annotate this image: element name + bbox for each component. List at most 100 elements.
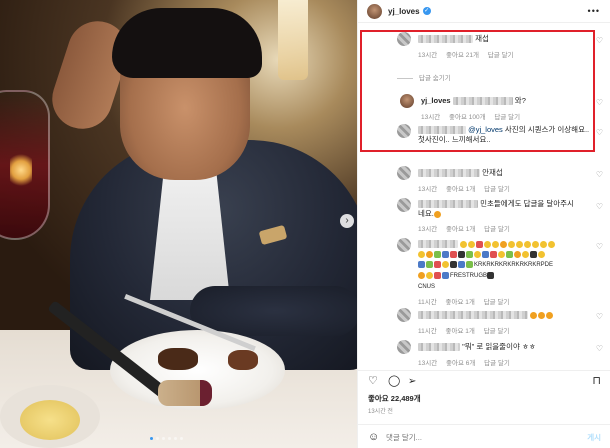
comment-time: 13시간	[418, 226, 438, 233]
emoji-icon	[516, 240, 524, 248]
avatar[interactable]	[397, 166, 411, 180]
comment-text: KRKRKRKRKRKRKRKRPDE FRESTRUGB CNUS	[418, 239, 593, 292]
highlight-box	[360, 30, 595, 152]
emoji-icon	[442, 260, 449, 268]
reply-button[interactable]: 답글 달기	[484, 299, 510, 306]
blurred-username	[418, 343, 460, 352]
emoji-icon	[524, 240, 532, 248]
emoji-icon	[434, 271, 441, 279]
emoji-icon	[418, 250, 425, 258]
food-piece	[158, 348, 198, 370]
forearm	[190, 286, 357, 336]
reply-button[interactable]: 답글 달기	[484, 186, 510, 193]
hair	[112, 8, 262, 78]
avatar[interactable]	[397, 308, 411, 322]
blurred-username	[418, 169, 480, 178]
emoji-icon	[482, 250, 489, 258]
emoji-picker-icon[interactable]: ☺	[368, 431, 379, 443]
emoji-icon	[426, 260, 433, 268]
heart-icon[interactable]: ♡	[596, 312, 603, 321]
emoji-icon	[466, 250, 473, 258]
comment-likes[interactable]: 좋아요 1개	[446, 226, 475, 233]
carousel-dot	[168, 437, 171, 440]
emoji-icon	[498, 250, 505, 258]
comment-likes[interactable]: 좋아요 1개	[446, 328, 475, 335]
comment-input[interactable]	[386, 431, 566, 443]
comment-body-part: FRESTRUGB	[450, 273, 488, 279]
carousel-dots	[150, 437, 183, 440]
post-photo[interactable]	[0, 0, 357, 448]
food-piece	[228, 350, 258, 370]
emoji-icon	[466, 260, 473, 268]
blurred-username	[418, 200, 478, 209]
carousel-dot	[150, 437, 153, 440]
comment-likes[interactable]: 좋아요 1개	[446, 186, 475, 193]
emoji-icon	[487, 271, 495, 279]
verified-badge-icon: ✓	[422, 7, 431, 15]
emoji-icon	[546, 311, 554, 319]
comment-time: 13시간	[418, 186, 438, 193]
avatar[interactable]	[397, 198, 411, 212]
comment-meta: 11시간 좋아요 1개 답글 달기	[418, 296, 516, 306]
wine-cork	[158, 380, 212, 406]
carousel-dot	[180, 437, 183, 440]
emoji-icon	[500, 240, 508, 248]
comment-icon[interactable]: ◯	[388, 376, 400, 387]
add-comment-bar: ☺ 게시	[358, 424, 610, 448]
comment-text: 민초들에게도 답글을 달아주시 네요.	[418, 199, 593, 219]
avatar[interactable]	[397, 340, 411, 354]
likes-count[interactable]: 좋아요 22,489개	[368, 393, 421, 404]
comment-likes[interactable]: 좋아요 1개	[446, 299, 475, 306]
comment-meta: 13시간 좋아요 6개 답글 달기	[418, 357, 517, 367]
emoji-icon	[460, 240, 468, 248]
emoji-icon	[418, 260, 425, 268]
reply-button[interactable]: 답글 달기	[484, 360, 510, 367]
emoji-icon	[442, 271, 449, 279]
comment-time: 13시간	[418, 360, 438, 367]
emoji-icon	[540, 240, 548, 248]
comment-body: "뭐" 로 읽을줄이야 ㅎㅎ	[462, 342, 536, 351]
emoji-icon	[426, 250, 433, 258]
emoji-icon	[434, 250, 441, 258]
post-header: yj_loves ✓ •••	[358, 0, 610, 23]
emoji-icon	[484, 240, 492, 248]
carousel-dot	[174, 437, 177, 440]
heart-icon[interactable]: ♡	[596, 36, 603, 45]
comment-text: 안재섭	[418, 168, 593, 178]
emoji-icon	[450, 250, 457, 258]
comment-likes[interactable]: 좋아요 6개	[446, 360, 475, 367]
avatar[interactable]	[397, 238, 411, 252]
avatar[interactable]	[367, 3, 382, 19]
emoji-icon	[458, 260, 465, 268]
heart-icon[interactable]: ♡	[596, 344, 603, 353]
blurred-username	[418, 240, 458, 249]
comment-time: 11시간	[418, 328, 437, 335]
comment-text: "뭐" 로 읽을줄이야 ㅎㅎ	[418, 342, 593, 352]
share-icon[interactable]: ➢	[408, 376, 416, 387]
emoji-icon	[532, 240, 540, 248]
candle-light	[10, 150, 32, 190]
reply-button[interactable]: 답글 달기	[484, 226, 510, 233]
emoji-icon	[538, 311, 546, 319]
post-author-username[interactable]: yj_loves	[388, 7, 420, 16]
comment-body-line2: CNUS	[418, 284, 436, 290]
next-photo-chevron-icon[interactable]: ›	[340, 214, 354, 228]
emoji-icon	[458, 250, 465, 258]
post-actions-bar: ♡ ◯ ➢ ⊓	[358, 370, 610, 390]
heart-icon[interactable]: ♡	[596, 98, 603, 107]
heart-icon[interactable]: ♡	[596, 128, 603, 137]
butter	[20, 400, 80, 440]
more-options-icon[interactable]: •••	[588, 6, 600, 16]
heart-icon[interactable]: ♡	[596, 170, 603, 179]
emoji-icon	[433, 210, 441, 218]
emoji-icon	[474, 250, 481, 258]
emoji-icon	[468, 240, 476, 248]
bookmark-icon[interactable]: ⊓	[592, 376, 601, 387]
heart-icon[interactable]: ♡	[368, 376, 378, 387]
heart-icon[interactable]: ♡	[596, 202, 603, 211]
heart-icon[interactable]: ♡	[596, 242, 603, 251]
comment-body: KRKRKRKRKRKRKRKRPDE	[474, 262, 554, 268]
emoji-icon	[530, 250, 537, 258]
post-comment-button[interactable]: 게시	[587, 432, 601, 443]
reply-button[interactable]: 답글 달기	[484, 328, 510, 335]
